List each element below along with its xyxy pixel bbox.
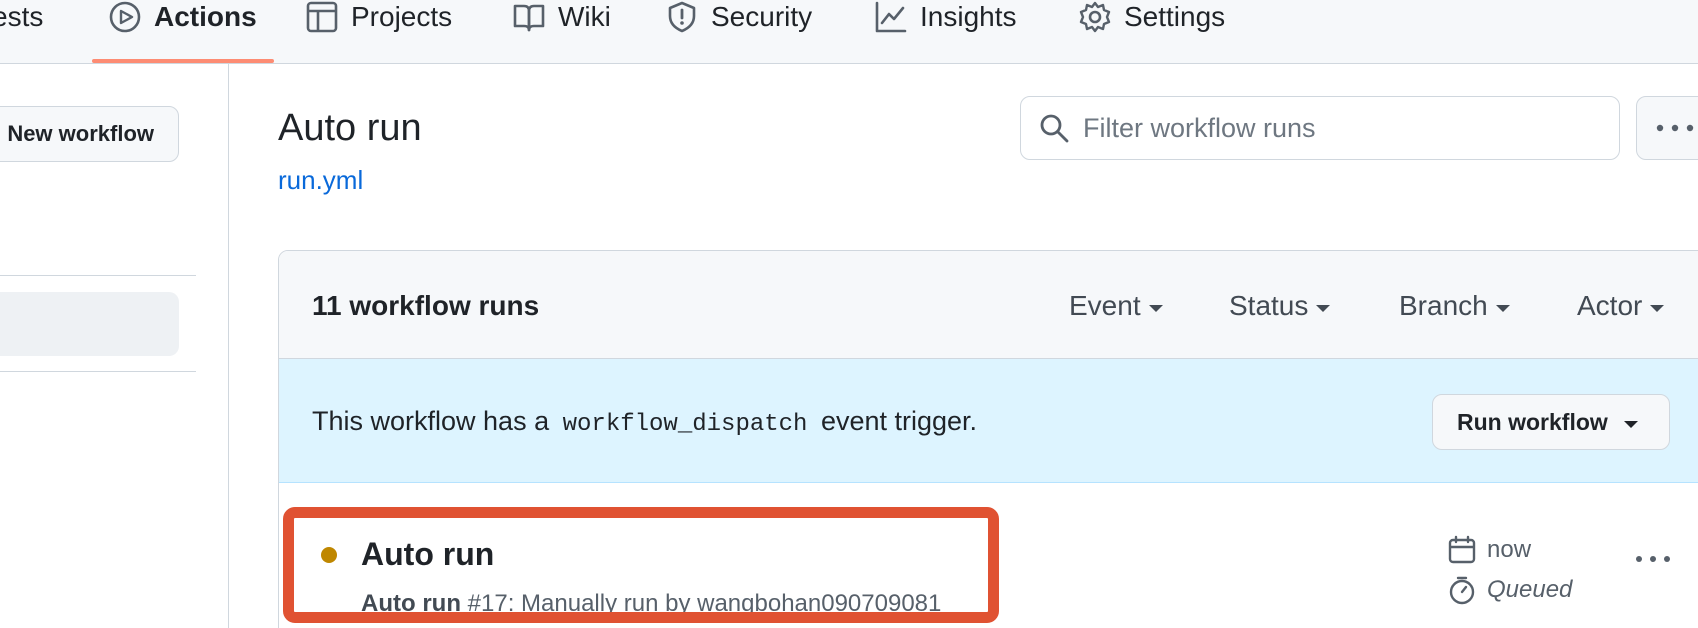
repo-nav: ests Actions Projects Wiki Security Insi… bbox=[0, 0, 1698, 64]
tab-insights[interactable]: Insights bbox=[874, 0, 1017, 64]
caret-down-icon bbox=[1495, 304, 1510, 312]
graph-icon bbox=[874, 0, 908, 34]
dispatch-code: workflow_dispatch bbox=[562, 411, 808, 438]
queued-status-icon bbox=[321, 547, 337, 563]
run-time: now bbox=[1447, 535, 1531, 565]
filter-label: Status bbox=[1229, 290, 1309, 321]
caret-down-icon bbox=[1623, 420, 1638, 428]
workflow-runs-panel: 11 workflow runs Event Status Branch Act… bbox=[278, 250, 1698, 628]
run-workflow-name: Auto run bbox=[361, 590, 461, 617]
filter-label: Branch bbox=[1399, 290, 1488, 321]
workflow-menu-button[interactable] bbox=[1636, 96, 1698, 160]
runs-header: 11 workflow runs Event Status Branch Act… bbox=[279, 251, 1698, 359]
workflow-file-link[interactable]: run.yml bbox=[278, 164, 363, 196]
filter-actor-dropdown[interactable]: Actor bbox=[1577, 289, 1665, 323]
tab-label: Wiki bbox=[558, 1, 611, 32]
run-workflow-button[interactable]: Run workflow bbox=[1432, 394, 1670, 450]
search-icon bbox=[1037, 111, 1071, 145]
runs-count: 11 workflow runs bbox=[312, 290, 540, 321]
tab-label: Insights bbox=[920, 1, 1017, 32]
tab-settings[interactable]: Settings bbox=[1078, 0, 1225, 64]
run-status-label: Queued bbox=[1487, 576, 1573, 603]
tab-label: Settings bbox=[1124, 1, 1226, 32]
tab-label: Projects bbox=[351, 1, 453, 32]
shield-icon bbox=[665, 0, 699, 34]
tab-wiki[interactable]: Wiki bbox=[512, 0, 611, 64]
filter-status-dropdown[interactable]: Status bbox=[1229, 289, 1331, 323]
dispatch-suffix: event trigger. bbox=[820, 406, 978, 436]
caret-down-icon bbox=[1650, 304, 1665, 312]
page-title: Auto run bbox=[278, 107, 422, 149]
run-workflow-label: Run workflow bbox=[1457, 408, 1608, 435]
play-icon bbox=[108, 0, 142, 34]
tab-label: ests bbox=[0, 1, 44, 32]
run-duration: Queued bbox=[1447, 575, 1572, 605]
kebab-horizontal-icon bbox=[1655, 123, 1695, 133]
tab-pull-requests[interactable]: ests bbox=[0, 0, 43, 64]
filter-branch-dropdown[interactable]: Branch bbox=[1399, 289, 1510, 323]
sidebar-divider bbox=[0, 371, 196, 372]
dispatch-text: This workflow has a workflow_dispatch ev… bbox=[312, 404, 977, 442]
dispatch-prefix: This workflow has a bbox=[312, 406, 550, 436]
workflows-sidebar: New workflow bbox=[0, 64, 229, 628]
book-icon bbox=[512, 0, 546, 34]
sidebar-item-selected[interactable] bbox=[0, 292, 179, 356]
tab-security[interactable]: Security bbox=[665, 0, 812, 64]
filter-event-dropdown[interactable]: Event bbox=[1069, 289, 1163, 323]
tab-projects[interactable]: Projects bbox=[305, 0, 452, 64]
kebab-horizontal-icon bbox=[1635, 554, 1671, 564]
run-detail: #17: Manually run by wangbohan090709081 bbox=[467, 590, 942, 617]
caret-down-icon bbox=[1316, 304, 1331, 312]
caret-down-icon bbox=[1148, 304, 1163, 312]
tab-label: Security bbox=[711, 1, 813, 32]
run-subtitle: Auto run #17: Manually run by wangbohan0… bbox=[361, 589, 941, 619]
tab-label: Actions bbox=[154, 1, 257, 32]
run-menu-button[interactable] bbox=[1628, 539, 1678, 579]
calendar-icon bbox=[1447, 535, 1477, 565]
run-time-label: now bbox=[1487, 536, 1532, 563]
filter-label: Event bbox=[1069, 290, 1141, 321]
gear-icon bbox=[1078, 0, 1112, 34]
active-tab-indicator bbox=[92, 59, 274, 63]
filter-label: Actor bbox=[1577, 290, 1643, 321]
run-title-link[interactable]: Auto run bbox=[361, 535, 494, 573]
stopwatch-icon bbox=[1447, 575, 1477, 605]
new-workflow-button[interactable]: New workflow bbox=[0, 106, 179, 162]
table-icon bbox=[305, 0, 339, 34]
filter-runs-field[interactable] bbox=[1020, 96, 1620, 160]
sidebar-divider bbox=[0, 275, 196, 276]
filter-runs-input[interactable] bbox=[1083, 112, 1603, 144]
tab-actions[interactable]: Actions bbox=[108, 0, 257, 64]
